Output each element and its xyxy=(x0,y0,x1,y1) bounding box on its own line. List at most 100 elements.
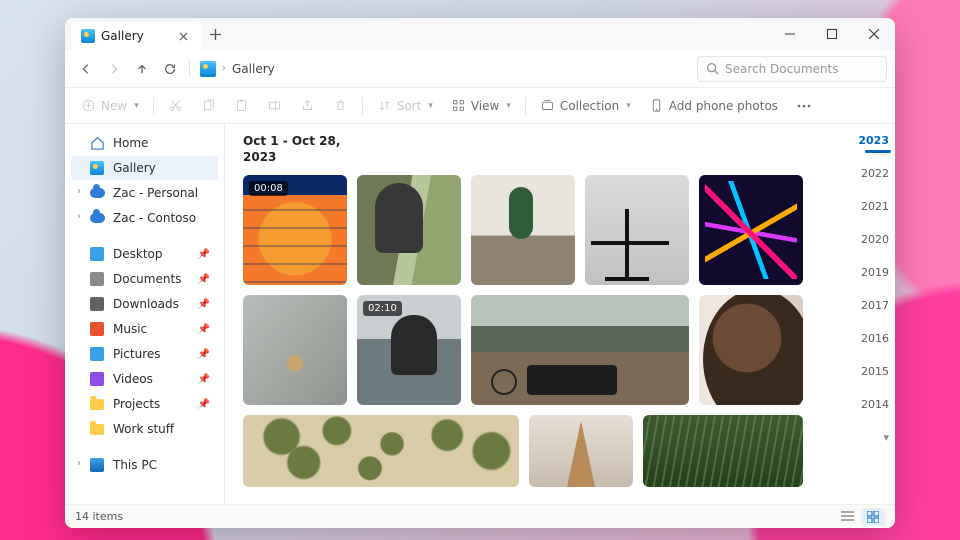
details-view-button[interactable] xyxy=(835,508,859,526)
view-label: View xyxy=(471,99,499,113)
sidebar-item-projects[interactable]: Projects📌 xyxy=(71,392,218,416)
photo-thumbnail[interactable] xyxy=(529,415,633,487)
new-tab-button[interactable] xyxy=(201,18,229,50)
desktop-icon xyxy=(89,246,105,262)
photo-thumbnail[interactable] xyxy=(357,175,461,285)
breadcrumb-label: Gallery xyxy=(232,62,275,76)
photo-thumbnail[interactable] xyxy=(243,415,519,487)
collection-button[interactable]: Collection ▾ xyxy=(532,94,639,117)
sidebar-item-label: Pictures xyxy=(113,347,161,361)
timeline-year[interactable]: 2022 xyxy=(861,167,889,180)
sidebar-item-downloads[interactable]: Downloads📌 xyxy=(71,292,218,316)
chevron-down-icon: ▾ xyxy=(506,101,511,111)
cut-button[interactable] xyxy=(160,94,191,117)
copy-icon xyxy=(201,98,216,113)
pictures-icon xyxy=(89,346,105,362)
timeline-year[interactable]: 2021 xyxy=(861,200,889,213)
maximize-button[interactable] xyxy=(811,18,853,50)
sidebar-item-desktop[interactable]: Desktop📌 xyxy=(71,242,218,266)
thumbnail-row: 00:08 xyxy=(243,175,835,285)
downloads-icon xyxy=(89,296,105,312)
item-count-label: 14 items xyxy=(75,510,123,523)
collection-label: Collection xyxy=(560,99,619,113)
photo-thumbnail[interactable] xyxy=(243,295,347,405)
sidebar-item-pictures[interactable]: Pictures📌 xyxy=(71,342,218,366)
tab-close-button[interactable] xyxy=(175,28,191,44)
up-button[interactable] xyxy=(129,56,155,82)
sidebar-item-documents[interactable]: Documents📌 xyxy=(71,267,218,291)
gallery-location-icon xyxy=(200,61,216,77)
share-button[interactable] xyxy=(292,94,323,117)
timeline-year[interactable]: 2014 xyxy=(861,398,889,411)
sidebar-item-label: Home xyxy=(113,136,148,150)
timeline-year[interactable]: 2016 xyxy=(861,332,889,345)
chevron-right-icon[interactable]: › xyxy=(73,458,85,469)
chevron-right-icon[interactable]: › xyxy=(73,211,85,222)
chevron-down-icon: ▾ xyxy=(134,101,139,111)
search-input[interactable] xyxy=(725,62,878,76)
sidebar-item-zac-personal[interactable]: ›Zac - Personal xyxy=(71,181,218,205)
more-icon xyxy=(796,98,811,113)
photo-thumbnail[interactable] xyxy=(643,415,803,487)
timeline-year[interactable]: 2019 xyxy=(861,266,889,279)
photo-thumbnail[interactable] xyxy=(699,175,803,285)
sidebar-item-home[interactable]: Home xyxy=(71,131,218,155)
photo-thumbnail[interactable]: 02:10 xyxy=(357,295,461,405)
sidebar-item-work-stuff[interactable]: Work stuff xyxy=(71,417,218,441)
sidebar-item-zac-contoso[interactable]: ›Zac - Contoso xyxy=(71,206,218,230)
window-controls xyxy=(769,18,895,50)
new-button[interactable]: New ▾ xyxy=(73,94,147,117)
sidebar-item-this-pc[interactable]: › This PC xyxy=(71,453,218,477)
photo-thumbnail[interactable] xyxy=(471,295,689,405)
gallery-app-icon xyxy=(81,29,95,43)
close-window-button[interactable] xyxy=(853,18,895,50)
close-icon xyxy=(869,29,879,39)
timeline-year[interactable]: 2023 xyxy=(858,134,889,147)
more-button[interactable] xyxy=(788,94,819,117)
delete-icon xyxy=(333,98,348,113)
add-phone-photos-button[interactable]: Add phone photos xyxy=(641,94,786,117)
new-icon xyxy=(81,98,96,113)
photo-thumbnail[interactable] xyxy=(585,175,689,285)
timeline-year[interactable]: 2017 xyxy=(861,299,889,312)
sidebar-item-videos[interactable]: Videos📌 xyxy=(71,367,218,391)
delete-button[interactable] xyxy=(325,94,356,117)
sidebar-item-gallery[interactable]: Gallery xyxy=(71,156,218,180)
view-button[interactable]: View ▾ xyxy=(443,94,519,117)
pin-icon: 📌 xyxy=(198,249,210,260)
sidebar-item-label: Projects xyxy=(113,397,160,411)
back-button[interactable] xyxy=(73,56,99,82)
search-box[interactable] xyxy=(697,56,887,82)
sidebar-item-music[interactable]: Music📌 xyxy=(71,317,218,341)
photo-thumbnail[interactable] xyxy=(471,175,575,285)
copy-button[interactable] xyxy=(193,94,224,117)
paste-button[interactable] xyxy=(226,94,257,117)
rename-button[interactable] xyxy=(259,94,290,117)
timeline-year[interactable]: 2020 xyxy=(861,233,889,246)
photo-thumbnail[interactable] xyxy=(699,295,803,405)
sidebar-item-label: Work stuff xyxy=(113,422,174,436)
minimize-icon xyxy=(785,29,795,39)
forward-button[interactable] xyxy=(101,56,127,82)
arrow-up-icon xyxy=(135,62,149,76)
window-tab[interactable]: Gallery xyxy=(71,22,201,50)
status-bar: 14 items xyxy=(65,504,895,528)
list-icon xyxy=(841,511,854,522)
sidebar-item-label: Music xyxy=(113,322,147,336)
video-duration-badge: 02:10 xyxy=(363,301,402,316)
thumbnails-view-button[interactable] xyxy=(861,508,885,526)
refresh-icon xyxy=(163,62,177,76)
chevron-right-icon[interactable]: › xyxy=(73,186,85,197)
year-timeline[interactable]: 2023 2022 2021 2020 2019 2017 2016 2015 2014 ▾ xyxy=(849,124,895,504)
timeline-more-button[interactable]: ▾ xyxy=(883,431,889,444)
breadcrumb[interactable]: › Gallery xyxy=(196,61,695,77)
search-icon xyxy=(706,62,719,75)
address-bar: › Gallery xyxy=(65,50,895,88)
timeline-year[interactable]: 2015 xyxy=(861,365,889,378)
navigation-pane[interactable]: Home Gallery›Zac - Personal›Zac - Contoso… xyxy=(65,124,225,504)
refresh-button[interactable] xyxy=(157,56,183,82)
photo-thumbnail[interactable]: 00:08 xyxy=(243,175,347,285)
gallery-view[interactable]: Oct 1 - Oct 28, 2023 00:08 02:10 xyxy=(225,124,849,504)
minimize-button[interactable] xyxy=(769,18,811,50)
sort-button[interactable]: Sort ▾ xyxy=(369,94,441,117)
